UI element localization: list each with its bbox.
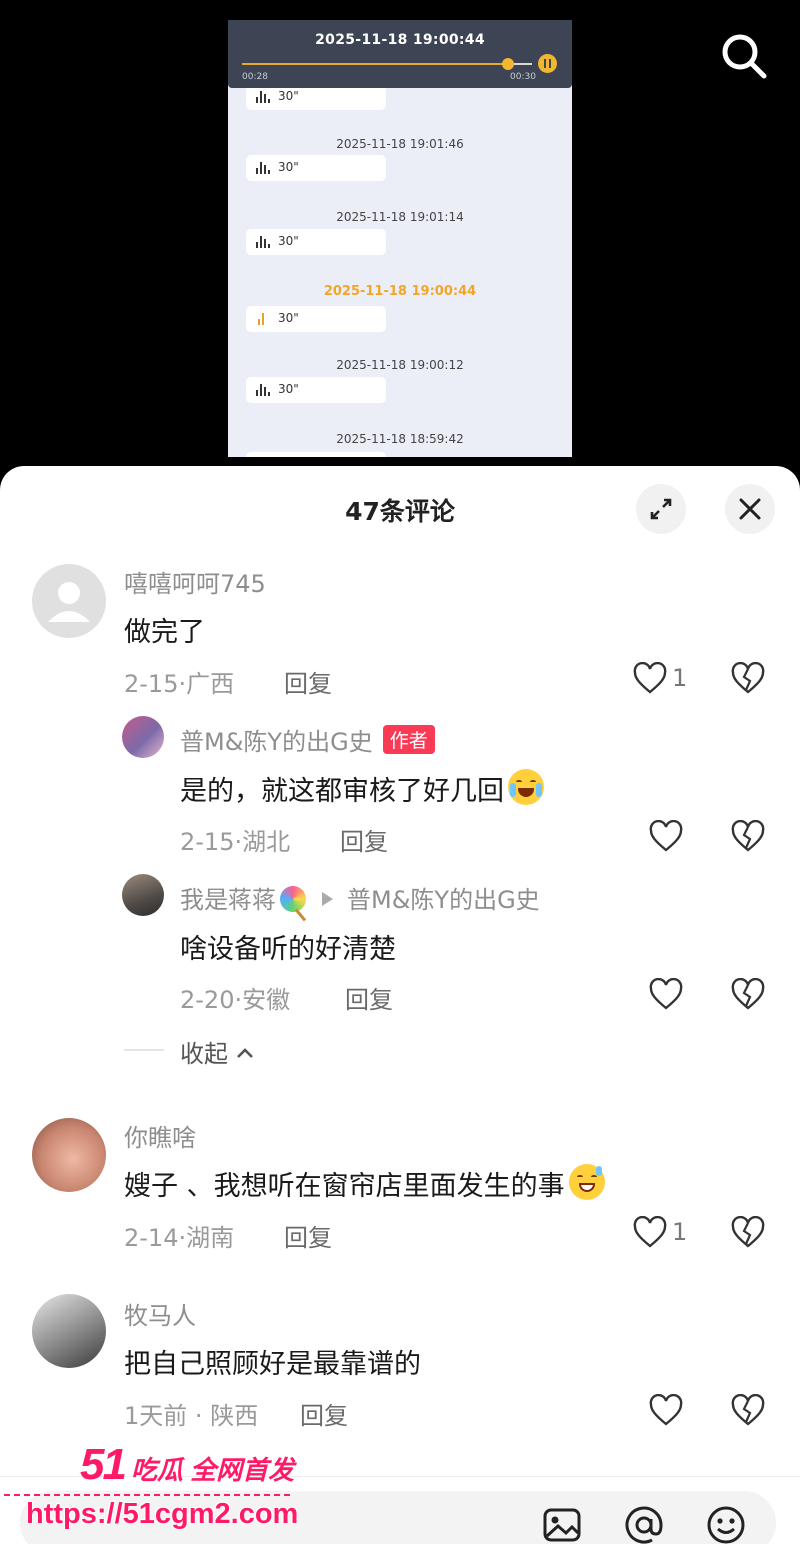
player-timestamp: 2025-11-18 19:00:44 xyxy=(315,32,485,48)
message-time: 2025-11-18 18:59:42 xyxy=(336,432,464,446)
current-time: 00:28 xyxy=(242,72,268,82)
divider xyxy=(124,1049,164,1051)
like-count: 1 xyxy=(672,1218,688,1246)
voice-bubble: 30" xyxy=(246,377,386,403)
voice-wave-icon xyxy=(256,236,270,248)
at-icon[interactable] xyxy=(624,1505,664,1544)
avatar[interactable] xyxy=(122,874,164,916)
reply-username[interactable]: 我是蒋蒋 普M&陈Y的出G史 xyxy=(180,880,540,915)
avatar[interactable] xyxy=(32,1294,106,1368)
comment-input-bar xyxy=(0,1476,800,1544)
comment-meta: 2-14·湖南 xyxy=(124,1224,235,1252)
image-icon[interactable] xyxy=(542,1505,582,1544)
video-player-area[interactable]: 30" 2025-11-18 19:01:46 30" 2025-11-18 1… xyxy=(0,0,800,470)
message-time: 2025-11-18 19:01:14 xyxy=(336,210,464,224)
collapse-replies-button[interactable]: 收起 xyxy=(180,1034,254,1069)
comment-meta: 2-20·安徽 xyxy=(180,986,291,1014)
message-time-highlighted: 2025-11-18 19:00:44 xyxy=(323,284,477,299)
broken-heart-icon[interactable] xyxy=(731,1394,765,1428)
comment-username[interactable]: 嘻嘻呵呵745 xyxy=(124,564,266,599)
lollipop-emoji-icon xyxy=(280,886,306,912)
comment-text: 嫂子 、我想听在窗帘店里面发生的事 xyxy=(124,1164,605,1203)
reply-text: 是的，就这都审核了好几回 xyxy=(180,769,544,808)
comments-sheet: 47条评论 嘻嘻呵呵745 做完了 2-15·广西 回复 1 普M&陈Y的出G史… xyxy=(0,466,800,1544)
reply-arrow-icon xyxy=(322,892,333,906)
comment-username[interactable]: 牧马人 xyxy=(124,1296,196,1331)
voice-bubble: 30" xyxy=(246,229,386,255)
reply-button[interactable]: 回复 xyxy=(300,1396,348,1431)
expand-button[interactable] xyxy=(636,484,686,534)
voice-duration: 30" xyxy=(278,382,299,396)
heart-icon[interactable] xyxy=(633,1216,667,1250)
reply-text: 啥设备听的好清楚 xyxy=(180,934,396,965)
progress-knob xyxy=(502,58,514,70)
avatar[interactable] xyxy=(122,716,164,758)
voice-wave-icon xyxy=(256,313,270,325)
comment-meta: 1天前 · 陕西 xyxy=(124,1402,259,1430)
reply-button[interactable]: 回复 xyxy=(284,1218,332,1253)
heart-icon[interactable] xyxy=(649,820,683,854)
default-avatar-icon xyxy=(48,582,90,622)
comment-username[interactable]: 你瞧啥 xyxy=(124,1118,196,1153)
voice-duration: 30" xyxy=(278,311,299,325)
broken-heart-icon[interactable] xyxy=(731,662,765,696)
emoji-icon[interactable] xyxy=(706,1505,746,1544)
chevron-up-icon xyxy=(236,1048,253,1058)
comment-text: 把自己照顾好是最靠谱的 xyxy=(124,1349,421,1380)
reply-button[interactable]: 回复 xyxy=(345,980,393,1015)
progress-remaining xyxy=(512,63,532,65)
crying-laughing-emoji-icon xyxy=(508,769,544,805)
reply-username[interactable]: 普M&陈Y的出G史 作者 xyxy=(180,722,435,757)
voice-duration: 30" xyxy=(278,89,299,103)
comment-meta: 2-15·广西 xyxy=(124,670,235,698)
broken-heart-icon[interactable] xyxy=(731,820,765,854)
like-count: 1 xyxy=(672,664,688,692)
comment-meta: 2-15·湖北 xyxy=(180,828,291,856)
voice-bubble: 30" xyxy=(246,155,386,181)
voice-duration: 30" xyxy=(278,160,299,174)
grinning-sweat-emoji-icon xyxy=(568,1164,605,1200)
heart-icon[interactable] xyxy=(649,978,683,1012)
expand-icon xyxy=(650,498,672,520)
pause-icon xyxy=(538,54,557,73)
message-time: 2025-11-18 19:00:12 xyxy=(336,358,464,372)
broken-heart-icon[interactable] xyxy=(731,978,765,1012)
heart-icon[interactable] xyxy=(633,662,667,696)
total-time: 00:30 xyxy=(510,72,536,82)
avatar[interactable] xyxy=(32,1118,106,1192)
close-button[interactable] xyxy=(725,484,775,534)
video-screen-recording: 30" 2025-11-18 19:01:46 30" 2025-11-18 1… xyxy=(228,20,572,457)
heart-icon[interactable] xyxy=(649,1394,683,1428)
reply-button[interactable]: 回复 xyxy=(284,664,332,699)
voice-wave-icon xyxy=(256,162,270,174)
reply-button[interactable]: 回复 xyxy=(340,822,388,857)
comment-text: 做完了 xyxy=(124,617,205,648)
progress-track xyxy=(242,63,532,65)
voice-wave-icon xyxy=(256,384,270,396)
message-time: 2025-11-18 19:01:46 xyxy=(336,137,464,151)
search-icon[interactable] xyxy=(716,28,772,84)
voice-duration: 30" xyxy=(278,234,299,248)
author-badge: 作者 xyxy=(382,725,435,754)
broken-heart-icon[interactable] xyxy=(731,1216,765,1250)
avatar[interactable] xyxy=(32,564,106,638)
audio-player: 2025-11-18 19:00:44 00:28 00:30 xyxy=(228,20,572,88)
voice-bubble xyxy=(246,452,386,457)
voice-wave-icon xyxy=(256,91,270,103)
close-icon xyxy=(739,498,761,520)
voice-bubble-playing: 30" xyxy=(246,306,386,332)
